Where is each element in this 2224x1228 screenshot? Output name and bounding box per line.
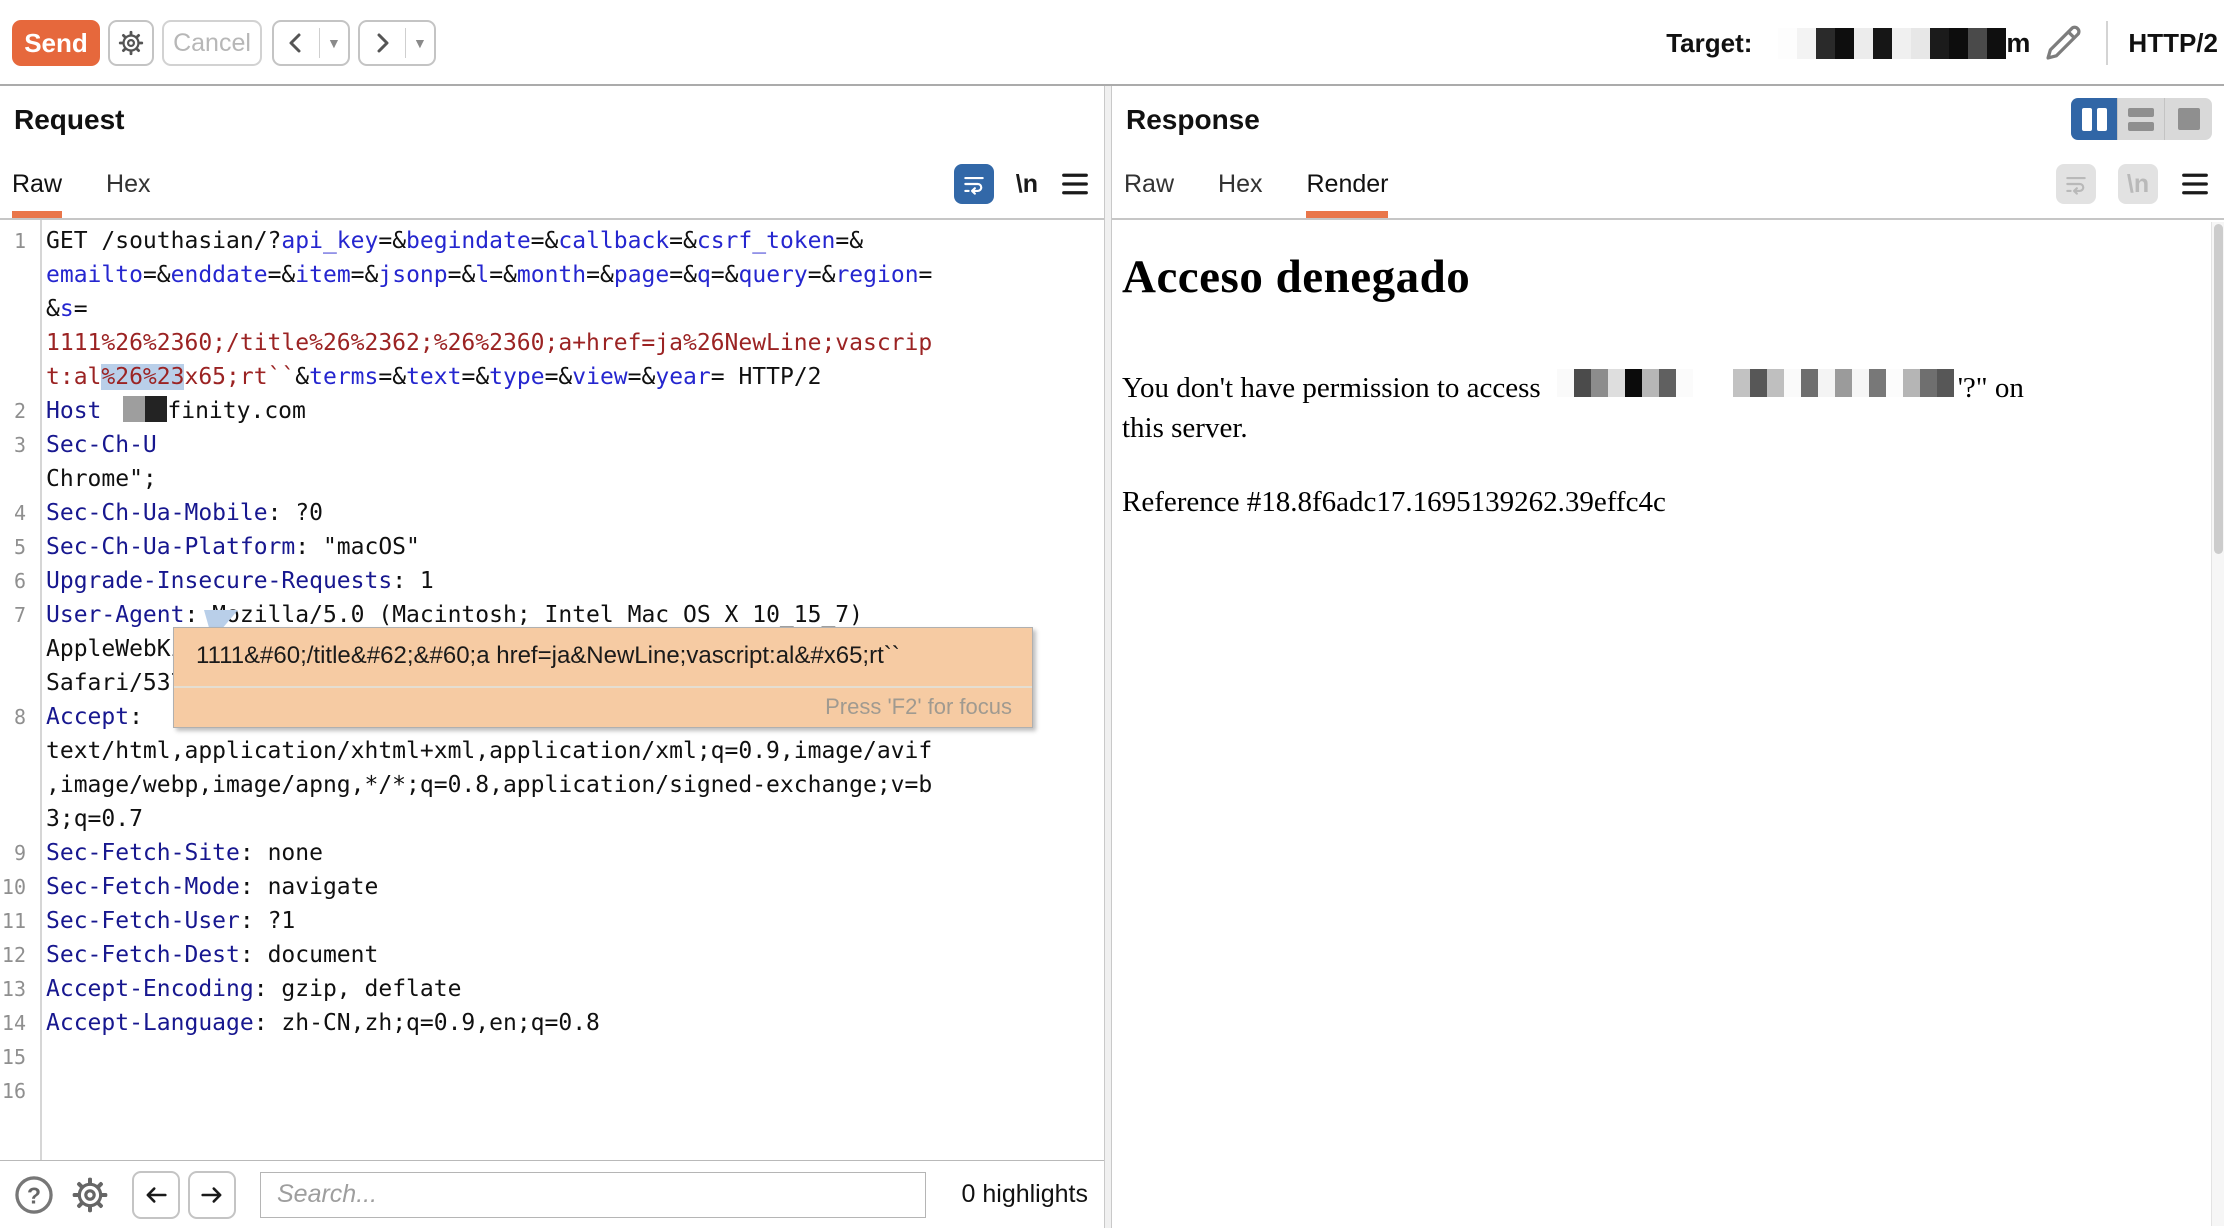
target-label: Target: [1666, 28, 1752, 59]
word-wrap-icon[interactable] [954, 164, 994, 204]
code-row: 13Accept-Encoding: gzip, deflate [0, 972, 1104, 1006]
code-row: 15 [0, 1040, 1104, 1074]
next-request-button[interactable]: ▼ [358, 20, 436, 66]
previous-dropdown-caret-icon[interactable]: ▼ [319, 28, 348, 58]
send-button[interactable]: Send [12, 20, 100, 66]
render-url-redacted-1 [1557, 369, 1693, 397]
search-next-arrow-icon[interactable] [188, 1171, 236, 1219]
request-menu-hamburger-icon[interactable] [1060, 171, 1090, 197]
toolbar-divider [2106, 21, 2108, 65]
help-icon[interactable]: ? [12, 1173, 56, 1217]
code-row: 3;q=0.7 [0, 802, 1104, 836]
request-header: Request Raw Hex \n [0, 86, 1104, 220]
response-render-view: Acceso denegado You don't have permissio… [1112, 222, 2212, 1226]
code-row: 1GET /southasian/?api_key=&begindate=&ca… [0, 224, 1104, 258]
render-paragraph: You don't have permission to access '?" o… [1122, 368, 2182, 448]
target-host-redacted [1778, 28, 2006, 59]
code-row: 1111%26%2360;/title%26%2362;%26%2360;a+h… [0, 326, 1104, 360]
word-wrap-disabled-icon [2056, 164, 2096, 204]
request-editor[interactable]: 1GET /southasian/?api_key=&begindate=&ca… [0, 220, 1104, 1160]
search-settings-gear-icon[interactable] [70, 1175, 110, 1215]
request-title: Request [14, 104, 124, 136]
code-row: 14Accept-Language: zh-CN,zh;q=0.9,en;q=0… [0, 1006, 1104, 1040]
highlights-count: 0 highlights [962, 1180, 1088, 1209]
response-tab-raw[interactable]: Raw [1124, 170, 1174, 218]
show-newlines-icon[interactable]: \n [1016, 170, 1038, 199]
request-tabs: Raw Hex [0, 170, 194, 218]
render-url-redacted-2 [1733, 369, 1954, 397]
previous-request-button[interactable]: ▼ [272, 20, 350, 66]
search-previous-arrow-icon[interactable] [132, 1171, 180, 1219]
request-search-bar: ? [0, 1160, 1104, 1228]
tooltip-divider [174, 686, 1032, 688]
target-host-tail: m [2006, 28, 2030, 59]
cancel-button[interactable]: Cancel [162, 20, 262, 66]
layout-switcher [2071, 98, 2212, 140]
response-tab-hex[interactable]: Hex [1218, 170, 1262, 218]
response-scrollbar[interactable] [2211, 222, 2224, 1226]
response-header: Response Raw Hex Render \n [1112, 86, 2224, 220]
response-menu-hamburger-icon[interactable] [2180, 171, 2210, 197]
code-row: 12Sec-Fetch-Dest: document [0, 938, 1104, 972]
send-settings-gear-icon[interactable] [108, 20, 154, 66]
request-tab-raw[interactable]: Raw [12, 170, 62, 218]
chevron-right-icon[interactable] [360, 31, 405, 55]
target-zone: Target: m HTTP/2 [1666, 0, 2224, 86]
render-paragraph-line2: this server. [1122, 412, 1248, 444]
protocol-label: HTTP/2 [2128, 28, 2218, 59]
layout-rows-icon[interactable] [2118, 98, 2165, 140]
chevron-left-icon[interactable] [274, 31, 319, 55]
show-newlines-disabled-icon: \n [2118, 164, 2158, 204]
panel-resize-divider[interactable] [1104, 86, 1112, 1228]
request-tab-hex[interactable]: Hex [106, 170, 150, 218]
code-row: 5Sec-Ch-Ua-Platform: "macOS" [0, 530, 1104, 564]
top-toolbar: Send Cancel ▼ ▼ [0, 0, 2224, 86]
code-row: text/html,application/xhtml+xml,applicat… [0, 734, 1104, 768]
response-tabs: Raw Hex Render [1112, 170, 1432, 218]
code-row: ,image/webp,image/apng,*/*;q=0.8,applica… [0, 768, 1104, 802]
code-row: 3Sec-Ch-U [0, 428, 1104, 462]
code-row: 11Sec-Fetch-User: ?1 [0, 904, 1104, 938]
response-title: Response [1126, 104, 1260, 136]
code-row: 4Sec-Ch-Ua-Mobile: ?0 [0, 496, 1104, 530]
code-row: Chrome"; [0, 462, 1104, 496]
next-dropdown-caret-icon[interactable]: ▼ [405, 28, 434, 58]
code-row: &s= [0, 292, 1104, 326]
code-row: 6Upgrade-Insecure-Requests: 1 [0, 564, 1104, 598]
request-panel: Request Raw Hex \n 1GET /southasian/?api… [0, 86, 1104, 1228]
response-tab-render[interactable]: Render [1306, 170, 1388, 218]
code-row: emailto=&enddate=&item=&jsonp=&l=&month=… [0, 258, 1104, 292]
layout-single-icon[interactable] [2165, 98, 2212, 140]
tooltip-hint: Press 'F2' for focus [825, 694, 1012, 720]
edit-target-pencil-icon[interactable] [2040, 20, 2086, 66]
request-header-icons: \n [954, 164, 1090, 204]
render-heading: Acceso denegado [1122, 250, 2182, 304]
code-row: 10Sec-Fetch-Mode: navigate [0, 870, 1104, 904]
tooltip-text: 1111&#60;/title&#62;&#60;a href=ja&NewLi… [196, 642, 900, 670]
code-row: 2Hostfinity.com [0, 394, 1104, 428]
payload-tooltip: 1111&#60;/title&#62;&#60;a href=ja&NewLi… [173, 627, 1033, 728]
search-input[interactable] [260, 1172, 926, 1218]
code-row: 9Sec-Fetch-Site: none [0, 836, 1104, 870]
response-panel: Response Raw Hex Render \n [1112, 86, 2224, 1228]
render-reference: Reference #18.8f6adc17.1695139262.39effc… [1122, 486, 2182, 519]
svg-text:?: ? [27, 1182, 41, 1208]
response-scrollbar-thumb[interactable] [2214, 224, 2223, 554]
layout-columns-icon[interactable] [2071, 98, 2118, 140]
render-paragraph-tail: '?" on [1958, 372, 2024, 404]
code-row: t:al%26%23x65;rt``&terms=&text=&type=&vi… [0, 360, 1104, 394]
render-paragraph-text: You don't have permission to access [1122, 372, 1541, 404]
code-row: 16 [0, 1074, 1104, 1108]
response-header-icons: \n [2056, 164, 2210, 204]
